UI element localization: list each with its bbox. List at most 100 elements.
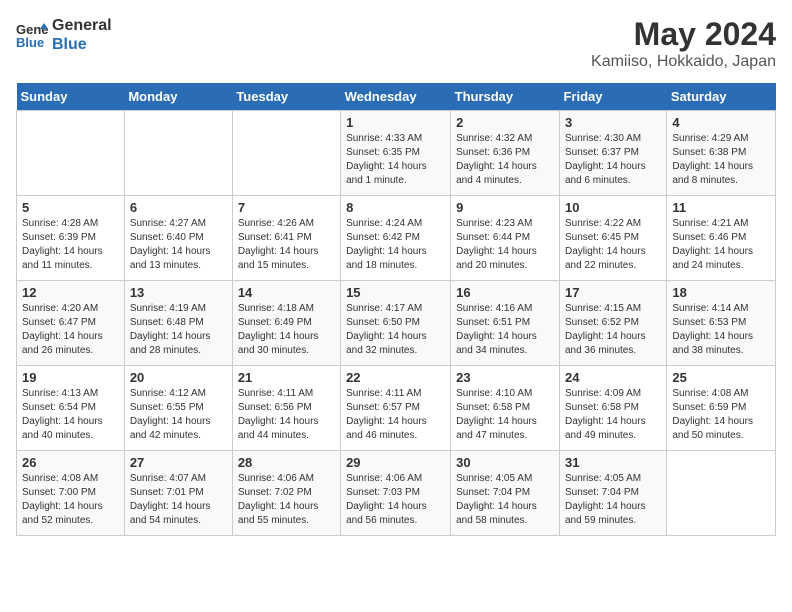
day-number: 6 — [130, 200, 227, 215]
day-number: 4 — [672, 115, 770, 130]
calendar-cell — [124, 111, 232, 196]
logo-line2: Blue — [52, 35, 112, 54]
calendar-cell — [17, 111, 125, 196]
week-row-4: 19Sunrise: 4:13 AM Sunset: 6:54 PM Dayli… — [17, 366, 776, 451]
calendar-cell — [667, 451, 776, 536]
day-number: 30 — [456, 455, 554, 470]
cell-content: Sunrise: 4:15 AM Sunset: 6:52 PM Dayligh… — [565, 302, 661, 358]
cell-content: Sunrise: 4:17 AM Sunset: 6:50 PM Dayligh… — [346, 302, 445, 358]
cell-content: Sunrise: 4:23 AM Sunset: 6:44 PM Dayligh… — [456, 217, 554, 273]
cell-content: Sunrise: 4:32 AM Sunset: 6:36 PM Dayligh… — [456, 132, 554, 188]
cell-content: Sunrise: 4:33 AM Sunset: 6:35 PM Dayligh… — [346, 132, 445, 188]
calendar-cell: 2 Sunrise: 4:32 AM Sunset: 6:36 PM Daylig… — [451, 111, 560, 196]
week-row-1: 1 Sunrise: 4:33 AM Sunset: 6:35 PM Daylig… — [17, 111, 776, 196]
calendar-cell: 25Sunrise: 4:08 AM Sunset: 6:59 PM Dayli… — [667, 366, 776, 451]
logo: General Blue General Blue — [16, 16, 112, 54]
calendar-cell: 12 Sunrise: 4:20 AM Sunset: 6:47 PM Dayli… — [17, 281, 125, 366]
calendar-cell: 17Sunrise: 4:15 AM Sunset: 6:52 PM Dayli… — [559, 281, 666, 366]
cell-content: Sunrise: 4:24 AM Sunset: 6:42 PM Dayligh… — [346, 217, 445, 273]
calendar-cell: 1 Sunrise: 4:33 AM Sunset: 6:35 PM Daylig… — [341, 111, 451, 196]
col-header-wednesday: Wednesday — [341, 83, 451, 111]
cell-content: Sunrise: 4:11 AM Sunset: 6:56 PM Dayligh… — [238, 387, 335, 443]
cell-content: Sunrise: 4:06 AM Sunset: 7:03 PM Dayligh… — [346, 472, 445, 528]
col-header-friday: Friday — [559, 83, 666, 111]
calendar-cell: 23 Sunrise: 4:10 AM Sunset: 6:58 PM Dayli… — [451, 366, 560, 451]
calendar-cell: 30Sunrise: 4:05 AM Sunset: 7:04 PM Dayli… — [451, 451, 560, 536]
calendar-cell — [232, 111, 340, 196]
cell-content: Sunrise: 4:20 AM Sunset: 6:47 PM Dayligh… — [22, 302, 119, 358]
cell-content: Sunrise: 4:09 AM Sunset: 6:58 PM Dayligh… — [565, 387, 661, 443]
day-number: 7 — [238, 200, 335, 215]
calendar-cell: 15 Sunrise: 4:17 AM Sunset: 6:50 PM Dayli… — [341, 281, 451, 366]
day-number: 31 — [565, 455, 661, 470]
col-header-saturday: Saturday — [667, 83, 776, 111]
cell-content: Sunrise: 4:16 AM Sunset: 6:51 PM Dayligh… — [456, 302, 554, 358]
cell-content: Sunrise: 4:14 AM Sunset: 6:53 PM Dayligh… — [672, 302, 770, 358]
cell-content: Sunrise: 4:18 AM Sunset: 6:49 PM Dayligh… — [238, 302, 335, 358]
day-number: 22 — [346, 370, 445, 385]
day-number: 12 — [22, 285, 119, 300]
cell-content: Sunrise: 4:08 AM Sunset: 7:00 PM Dayligh… — [22, 472, 119, 528]
logo-line1: General — [52, 16, 112, 35]
day-number: 19 — [22, 370, 119, 385]
calendar-cell: 14 Sunrise: 4:18 AM Sunset: 6:49 PM Dayli… — [232, 281, 340, 366]
cell-content: Sunrise: 4:27 AM Sunset: 6:40 PM Dayligh… — [130, 217, 227, 273]
day-number: 27 — [130, 455, 227, 470]
calendar-cell: 19Sunrise: 4:13 AM Sunset: 6:54 PM Dayli… — [17, 366, 125, 451]
cell-content: Sunrise: 4:07 AM Sunset: 7:01 PM Dayligh… — [130, 472, 227, 528]
svg-text:Blue: Blue — [16, 35, 44, 49]
day-number: 8 — [346, 200, 445, 215]
calendar-cell: 7 Sunrise: 4:26 AM Sunset: 6:41 PM Daylig… — [232, 196, 340, 281]
day-number: 3 — [565, 115, 661, 130]
cell-content: Sunrise: 4:05 AM Sunset: 7:04 PM Dayligh… — [565, 472, 661, 528]
calendar-cell: 21Sunrise: 4:11 AM Sunset: 6:56 PM Dayli… — [232, 366, 340, 451]
calendar-cell: 20 Sunrise: 4:12 AM Sunset: 6:55 PM Dayli… — [124, 366, 232, 451]
day-number: 5 — [22, 200, 119, 215]
day-number: 20 — [130, 370, 227, 385]
col-header-thursday: Thursday — [451, 83, 560, 111]
cell-content: Sunrise: 4:29 AM Sunset: 6:38 PM Dayligh… — [672, 132, 770, 188]
logo-icon: General Blue — [16, 21, 48, 49]
week-row-3: 12 Sunrise: 4:20 AM Sunset: 6:47 PM Dayli… — [17, 281, 776, 366]
calendar-cell: 26 Sunrise: 4:08 AM Sunset: 7:00 PM Dayli… — [17, 451, 125, 536]
cell-content: Sunrise: 4:10 AM Sunset: 6:58 PM Dayligh… — [456, 387, 554, 443]
title-block: May 2024 Kamiiso, Hokkaido, Japan — [591, 16, 776, 71]
week-row-2: 5Sunrise: 4:28 AM Sunset: 6:39 PM Daylig… — [17, 196, 776, 281]
day-number: 28 — [238, 455, 335, 470]
calendar-cell: 24 Sunrise: 4:09 AM Sunset: 6:58 PM Dayli… — [559, 366, 666, 451]
calendar-cell: 3 Sunrise: 4:30 AM Sunset: 6:37 PM Daylig… — [559, 111, 666, 196]
day-number: 29 — [346, 455, 445, 470]
day-number: 15 — [346, 285, 445, 300]
calendar-cell: 29 Sunrise: 4:06 AM Sunset: 7:03 PM Dayli… — [341, 451, 451, 536]
calendar-cell: 16 Sunrise: 4:16 AM Sunset: 6:51 PM Dayli… — [451, 281, 560, 366]
calendar-cell: 13Sunrise: 4:19 AM Sunset: 6:48 PM Dayli… — [124, 281, 232, 366]
calendar-cell: 28Sunrise: 4:06 AM Sunset: 7:02 PM Dayli… — [232, 451, 340, 536]
day-number: 16 — [456, 285, 554, 300]
cell-content: Sunrise: 4:12 AM Sunset: 6:55 PM Dayligh… — [130, 387, 227, 443]
cell-content: Sunrise: 4:21 AM Sunset: 6:46 PM Dayligh… — [672, 217, 770, 273]
cell-content: Sunrise: 4:26 AM Sunset: 6:41 PM Dayligh… — [238, 217, 335, 273]
day-number: 18 — [672, 285, 770, 300]
day-number: 1 — [346, 115, 445, 130]
calendar-cell: 5Sunrise: 4:28 AM Sunset: 6:39 PM Daylig… — [17, 196, 125, 281]
cell-content: Sunrise: 4:22 AM Sunset: 6:45 PM Dayligh… — [565, 217, 661, 273]
day-number: 26 — [22, 455, 119, 470]
calendar-cell: 10Sunrise: 4:22 AM Sunset: 6:45 PM Dayli… — [559, 196, 666, 281]
day-number: 2 — [456, 115, 554, 130]
calendar-cell: 31 Sunrise: 4:05 AM Sunset: 7:04 PM Dayli… — [559, 451, 666, 536]
calendar-cell: 27 Sunrise: 4:07 AM Sunset: 7:01 PM Dayli… — [124, 451, 232, 536]
calendar-cell: 6 Sunrise: 4:27 AM Sunset: 6:40 PM Daylig… — [124, 196, 232, 281]
calendar-cell: 4 Sunrise: 4:29 AM Sunset: 6:38 PM Daylig… — [667, 111, 776, 196]
day-number: 23 — [456, 370, 554, 385]
cell-content: Sunrise: 4:11 AM Sunset: 6:57 PM Dayligh… — [346, 387, 445, 443]
day-number: 25 — [672, 370, 770, 385]
day-number: 24 — [565, 370, 661, 385]
col-header-tuesday: Tuesday — [232, 83, 340, 111]
main-title: May 2024 — [591, 16, 776, 53]
subtitle: Kamiiso, Hokkaido, Japan — [591, 53, 776, 71]
calendar-cell: 22 Sunrise: 4:11 AM Sunset: 6:57 PM Dayli… — [341, 366, 451, 451]
cell-content: Sunrise: 4:30 AM Sunset: 6:37 PM Dayligh… — [565, 132, 661, 188]
day-number: 9 — [456, 200, 554, 215]
calendar-cell: 18 Sunrise: 4:14 AM Sunset: 6:53 PM Dayli… — [667, 281, 776, 366]
day-number: 14 — [238, 285, 335, 300]
